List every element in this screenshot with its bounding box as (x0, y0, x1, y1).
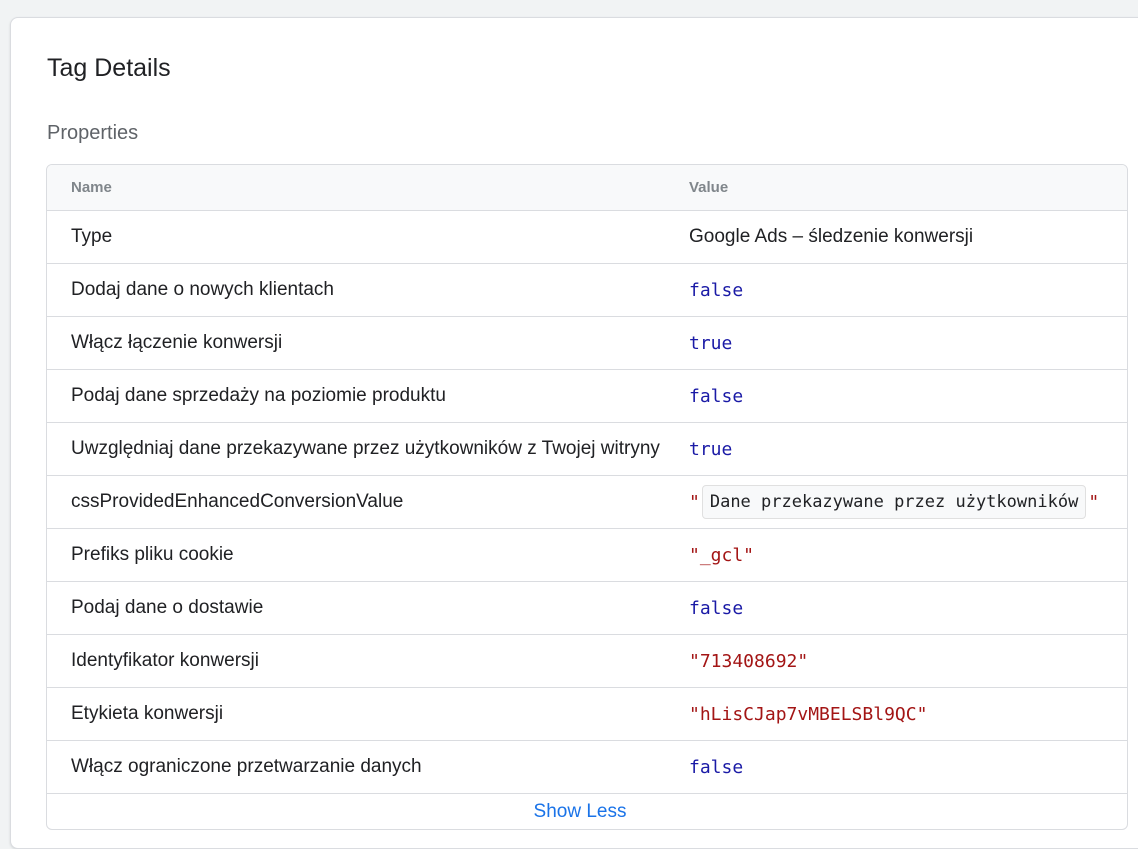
table-row: Identyfikator konwersji "713408692" (47, 634, 1127, 687)
property-name: Prefiks pliku cookie (71, 544, 234, 565)
property-name: Podaj dane sprzedaży na poziomie produkt… (71, 385, 446, 406)
table-row: Type Google Ads – śledzenie konwersji (47, 210, 1127, 263)
property-name: Podaj dane o dostawie (71, 597, 264, 618)
table-footer: Show Less (47, 793, 1127, 829)
table-row: Podaj dane sprzedaży na poziomie produkt… (47, 369, 1127, 422)
property-value: false (689, 597, 744, 619)
table-row: Prefiks pliku cookie "_gcl" (47, 528, 1127, 581)
property-value: true (689, 332, 733, 354)
property-value: false (689, 385, 744, 407)
header-value: Value (689, 179, 729, 196)
table-row: Włącz łączenie konwersji true (47, 316, 1127, 369)
property-name: Identyfikator konwersji (71, 650, 259, 671)
value-chip: Dane przekazywane przez użytkowników (701, 485, 1087, 519)
property-name: Dodaj dane o nowych klientach (71, 279, 335, 300)
property-value: false (689, 279, 744, 301)
section-title: Properties (47, 122, 139, 144)
property-value: " Dane przekazywane przez użytkowników " (689, 485, 1099, 519)
property-value: Google Ads – śledzenie konwersji (689, 226, 974, 247)
table-row: Etykieta konwersji "hLisCJap7vMBELSBl9QC… (47, 687, 1127, 740)
property-value: "713408692" (689, 650, 809, 672)
table-row: Podaj dane o dostawie false (47, 581, 1127, 634)
property-value: "hLisCJap7vMBELSBl9QC" (689, 703, 928, 725)
properties-table: Name Value Type Google Ads – śledzenie k… (46, 164, 1128, 830)
table-header: Name Value (47, 165, 1127, 210)
table-row: Uwzględniaj dane przekazywane przez użyt… (47, 422, 1127, 475)
property-value: false (689, 756, 744, 778)
header-name: Name (71, 179, 112, 196)
show-less-link[interactable]: Show Less (534, 801, 627, 823)
property-value: "_gcl" (689, 544, 755, 566)
property-name: Uwzględniaj dane przekazywane przez użyt… (71, 438, 660, 459)
table-row: Włącz ograniczone przetwarzanie danych f… (47, 740, 1127, 793)
property-name: Type (71, 226, 113, 247)
close-quote: " (1088, 491, 1100, 513)
table-row: cssProvidedEnhancedConversionValue " Dan… (47, 475, 1127, 528)
tag-details-panel: Tag Details Properties Name Value Type G… (10, 17, 1138, 849)
panel-title: Tag Details (47, 54, 171, 82)
property-name: cssProvidedEnhancedConversionValue (71, 491, 404, 512)
property-name: Etykieta konwersji (71, 703, 224, 724)
open-quote: " (689, 491, 700, 513)
property-name: Włącz łączenie konwersji (71, 332, 283, 353)
property-name: Włącz ograniczone przetwarzanie danych (71, 756, 422, 777)
table-row: Dodaj dane o nowych klientach false (47, 263, 1127, 316)
property-value: true (689, 438, 733, 460)
